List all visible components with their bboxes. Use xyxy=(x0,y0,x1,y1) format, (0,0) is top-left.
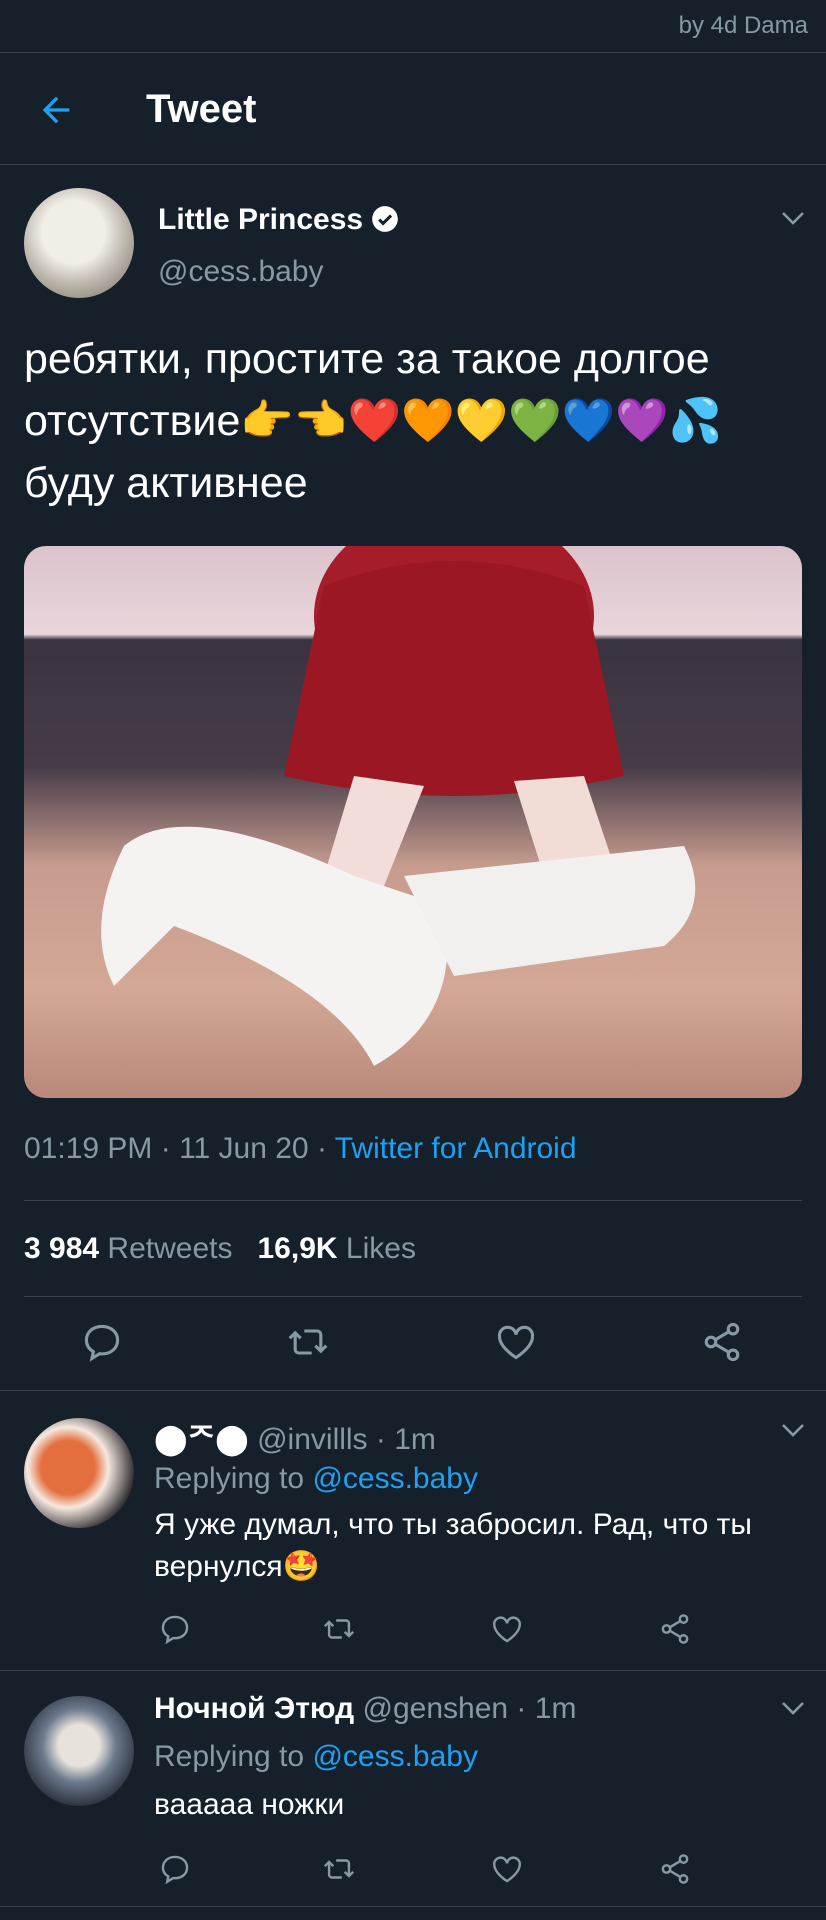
likes-label[interactable]: Likes xyxy=(346,1232,416,1265)
reply-actions xyxy=(0,1852,826,1912)
retweet-icon[interactable] xyxy=(286,1320,330,1364)
like-icon[interactable] xyxy=(490,1612,524,1646)
divider xyxy=(24,1296,802,1297)
reply-author-name[interactable]: Ночной Этюд xyxy=(154,1692,354,1725)
replying-prefix: Replying to xyxy=(154,1740,313,1773)
replying-prefix: Replying to xyxy=(154,1462,313,1495)
author-handle[interactable]: @cess.baby xyxy=(158,255,324,289)
share-icon[interactable] xyxy=(658,1612,692,1646)
tweet-time: 01:19 PM · 11 Jun 20 · xyxy=(24,1132,335,1165)
divider xyxy=(0,1906,826,1907)
author-display-name: Little Princess xyxy=(158,203,364,236)
reply-icon[interactable] xyxy=(158,1612,192,1646)
reply-author-name[interactable]: ⬤ᄌ⬤ xyxy=(154,1423,249,1456)
replying-to: Replying to @cess.baby xyxy=(154,1740,478,1774)
page-title: Tweet xyxy=(146,87,257,131)
retweets-label[interactable]: Retweets xyxy=(107,1232,232,1265)
tweet-actions xyxy=(0,1320,826,1380)
tweet-source-link[interactable]: Twitter for Android xyxy=(335,1132,577,1165)
back-arrow-icon[interactable] xyxy=(36,90,76,130)
tweet-photo[interactable] xyxy=(24,546,802,1098)
reply-header: Ночной Этюд @genshen · 1m xyxy=(154,1692,576,1726)
replying-to-link[interactable]: @cess.baby xyxy=(312,1462,478,1495)
divider xyxy=(0,1670,826,1671)
chevron-down-icon[interactable] xyxy=(780,1700,806,1716)
replying-to: Replying to @cess.baby xyxy=(154,1462,478,1496)
reply-icon[interactable] xyxy=(158,1852,192,1886)
reply-icon[interactable] xyxy=(80,1320,124,1364)
likes-count[interactable]: 16,9K xyxy=(258,1232,338,1265)
reply-author-handle[interactable]: @invillls xyxy=(257,1423,367,1456)
like-icon[interactable] xyxy=(494,1320,538,1364)
avatar[interactable] xyxy=(24,188,134,298)
share-icon[interactable] xyxy=(700,1320,744,1364)
retweet-icon[interactable] xyxy=(322,1612,356,1646)
watermark: by 4d Dama xyxy=(678,12,808,39)
reply-text: вааааа ножки xyxy=(154,1788,345,1821)
retweets-count[interactable]: 3 984 xyxy=(24,1232,99,1265)
reply-header: ⬤ᄌ⬤ @invillls · 1m xyxy=(154,1414,436,1458)
tweet-stats: 3 984 Retweets 16,9K Likes xyxy=(24,1232,416,1266)
chevron-down-icon[interactable] xyxy=(780,210,806,226)
replying-to-link[interactable]: @cess.baby xyxy=(312,1740,478,1773)
divider xyxy=(0,164,826,165)
reply-time: · 1m xyxy=(367,1423,436,1456)
reply-text: Я уже думал, что ты забросил. Рад, что т… xyxy=(154,1508,752,1583)
divider xyxy=(24,1200,802,1201)
avatar[interactable] xyxy=(24,1696,134,1806)
top-app-bar: Tweet xyxy=(0,54,826,164)
author-name[interactable]: Little Princess xyxy=(158,203,399,237)
share-icon[interactable] xyxy=(658,1852,692,1886)
reply-time: · 1m xyxy=(508,1692,577,1725)
like-icon[interactable] xyxy=(490,1852,524,1886)
reply-author-handle[interactable]: @genshen xyxy=(363,1692,509,1725)
chevron-down-icon[interactable] xyxy=(780,1422,806,1438)
avatar[interactable] xyxy=(24,1418,134,1528)
tweet-text: ребятки, простите за такое долгое отсутс… xyxy=(24,335,723,507)
retweet-icon[interactable] xyxy=(322,1852,356,1886)
reply-actions xyxy=(0,1612,826,1672)
divider xyxy=(0,1390,826,1391)
divider xyxy=(0,52,826,53)
tweet-timestamp: 01:19 PM · 11 Jun 20 · Twitter for Andro… xyxy=(24,1132,577,1166)
verified-badge-icon xyxy=(371,205,399,233)
